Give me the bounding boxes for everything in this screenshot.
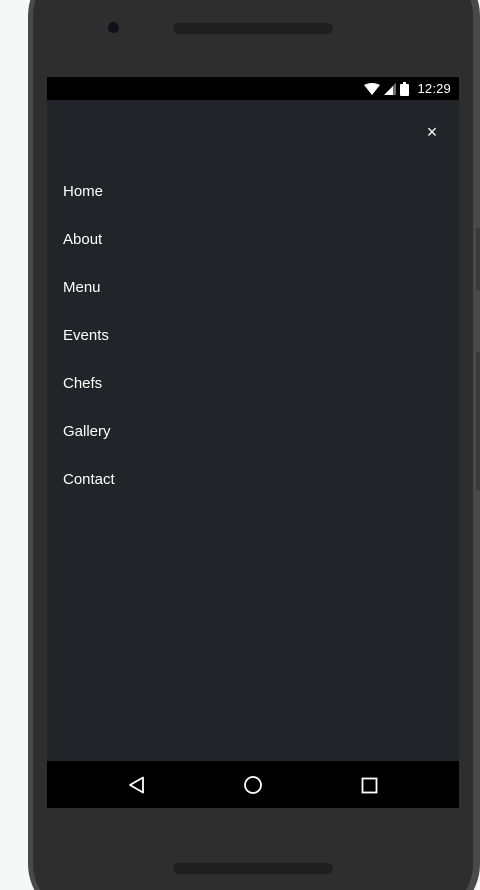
home-button[interactable] [242,774,264,796]
nav-item-label: Gallery [63,422,111,440]
nav-item-gallery[interactable]: Gallery [63,407,115,455]
nav-item-label: Chefs [63,374,103,392]
nav-item-label: About [63,230,103,248]
nav-item-home[interactable]: Home [63,167,115,215]
battery-icon [400,81,410,96]
nav-item-events[interactable]: Events [63,311,115,359]
recents-button[interactable] [358,774,380,796]
home-icon [244,776,262,794]
power-button [476,352,480,490]
volume-button [476,228,480,290]
back-icon [129,776,144,794]
status-clock: 12:29 [417,81,451,96]
status-bar: 12:29 [47,77,459,100]
front-camera [108,22,119,33]
nav-item-menu[interactable]: Menu [63,263,115,311]
back-button[interactable] [126,774,148,796]
nav-item-label: Home [63,182,104,200]
nav-item-chefs[interactable]: Chefs [63,359,115,407]
signal-icon [384,82,397,95]
nav-item-label: Menu [63,278,101,296]
nav-item-label: Contact [63,470,115,488]
system-navigation-bar [47,761,459,808]
nav-item-about[interactable]: About [63,215,115,263]
nav-menu: Home About Menu Events Chefs Gallery Con… [63,167,115,503]
page: 12:29 × Home About Menu Events Chefs Gal… [0,0,480,890]
wifi-icon [364,82,381,95]
bottom-speaker [173,863,333,874]
recents-icon [361,777,377,793]
earpiece-speaker [173,23,333,34]
nav-item-contact[interactable]: Contact [63,455,115,503]
close-menu-button[interactable]: × [421,121,443,143]
phone-screen: 12:29 × Home About Menu Events Chefs Gal… [47,77,459,808]
nav-item-label: Events [63,326,109,344]
